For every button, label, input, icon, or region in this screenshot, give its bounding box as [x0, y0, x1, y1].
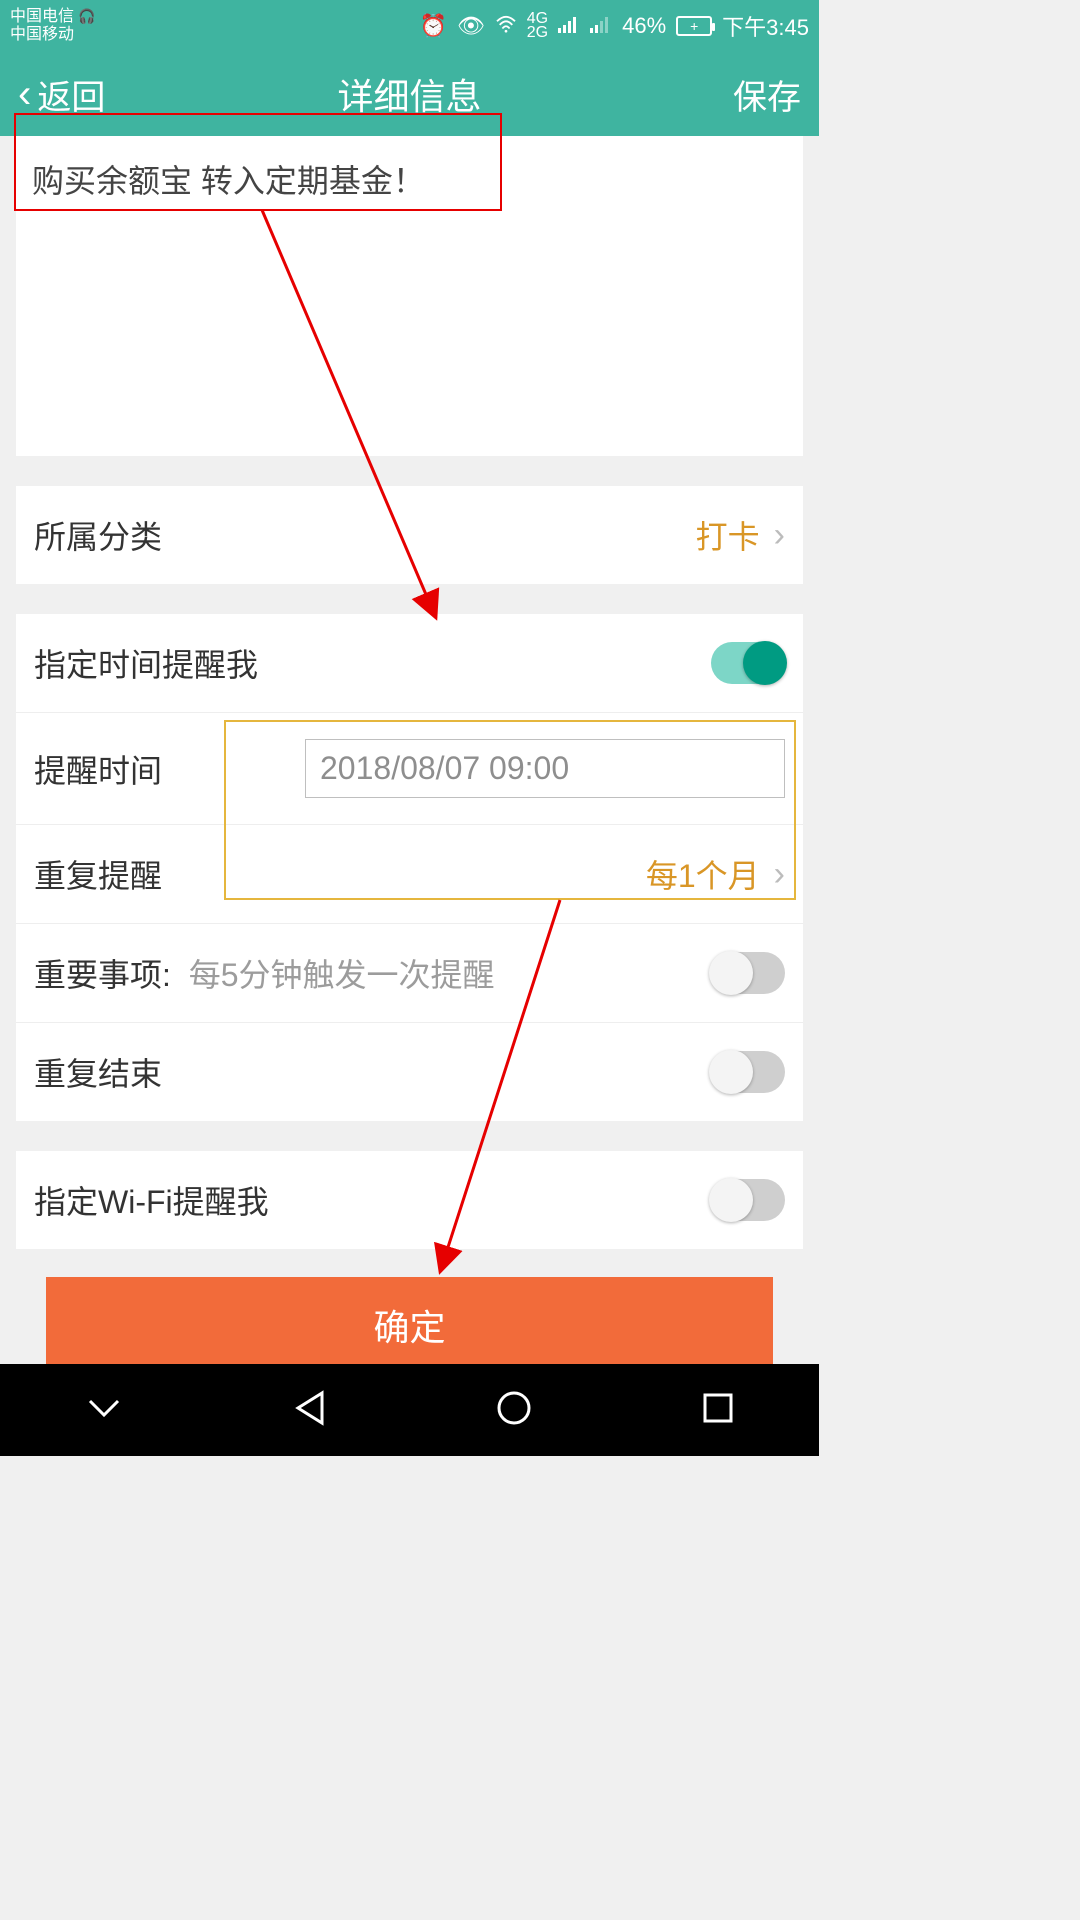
- reminder-toggle-label: 指定时间提醒我: [34, 640, 258, 686]
- category-label: 所属分类: [34, 512, 162, 558]
- clock-time: 下午3:45: [722, 10, 809, 42]
- confirm-button[interactable]: 确定: [46, 1277, 773, 1373]
- reminder-time-label: 提醒时间: [34, 746, 162, 792]
- repeat-label: 重复提醒: [34, 851, 162, 897]
- category-card: 所属分类 打卡 ›: [16, 486, 803, 584]
- important-row: 重要事项: 每5分钟触发一次提醒: [16, 923, 803, 1022]
- signal-bars-icon: [558, 13, 580, 39]
- important-toggle[interactable]: [711, 952, 785, 994]
- battery-icon: +: [676, 16, 712, 36]
- battery-pct: 46%: [622, 13, 666, 39]
- carrier-1: 中国电信: [10, 8, 74, 25]
- status-indicators: ⏰ 👁 4G 2G 46% + 下午3:45: [419, 10, 809, 42]
- repeat-end-label: 重复结束: [34, 1049, 162, 1095]
- alarm-icon: ⏰: [419, 13, 446, 39]
- annotation-gold-box: [224, 720, 796, 900]
- nav-recent-icon[interactable]: [701, 1391, 735, 1430]
- eye-icon: 👁: [457, 13, 485, 39]
- back-button[interactable]: ‹ 返回: [18, 70, 105, 119]
- nav-hide-icon[interactable]: [84, 1395, 124, 1426]
- important-label: 重要事项: 每5分钟触发一次提醒: [34, 950, 495, 996]
- back-label: 返回: [37, 70, 105, 119]
- nav-home-icon[interactable]: [495, 1389, 533, 1432]
- category-value: 打卡: [696, 512, 760, 558]
- status-bar: 中国电信 🎧 中国移动 ⏰ 👁 4G 2G 46% + 下午3:45: [0, 0, 819, 52]
- repeat-end-toggle[interactable]: [711, 1051, 785, 1093]
- chevron-left-icon: ‹: [18, 74, 31, 114]
- carrier-labels: 中国电信 🎧 中国移动: [10, 8, 95, 43]
- wifi-toggle[interactable]: [711, 1179, 785, 1221]
- save-button[interactable]: 保存: [733, 70, 801, 119]
- signal-4g: 4G 2G: [527, 12, 548, 41]
- chevron-right-icon: ›: [774, 516, 785, 555]
- annotation-red-box: [14, 113, 502, 211]
- important-desc: 每5分钟触发一次提醒: [189, 957, 495, 993]
- headset-icon: 🎧: [78, 9, 95, 24]
- wifi-card: 指定Wi-Fi提醒我: [16, 1151, 803, 1249]
- repeat-end-row: 重复结束: [16, 1022, 803, 1121]
- reminder-toggle-row: 指定时间提醒我: [16, 614, 803, 712]
- category-row[interactable]: 所属分类 打卡 ›: [16, 486, 803, 584]
- signal-bars-2-icon: [590, 13, 612, 39]
- reminder-toggle[interactable]: [711, 642, 785, 684]
- carrier-2: 中国移动: [10, 26, 95, 44]
- wifi-label: 指定Wi-Fi提醒我: [34, 1177, 269, 1223]
- wifi-icon: [495, 13, 517, 39]
- system-nav-bar: [0, 1364, 819, 1456]
- wifi-row: 指定Wi-Fi提醒我: [16, 1151, 803, 1249]
- nav-back-icon[interactable]: [292, 1389, 326, 1432]
